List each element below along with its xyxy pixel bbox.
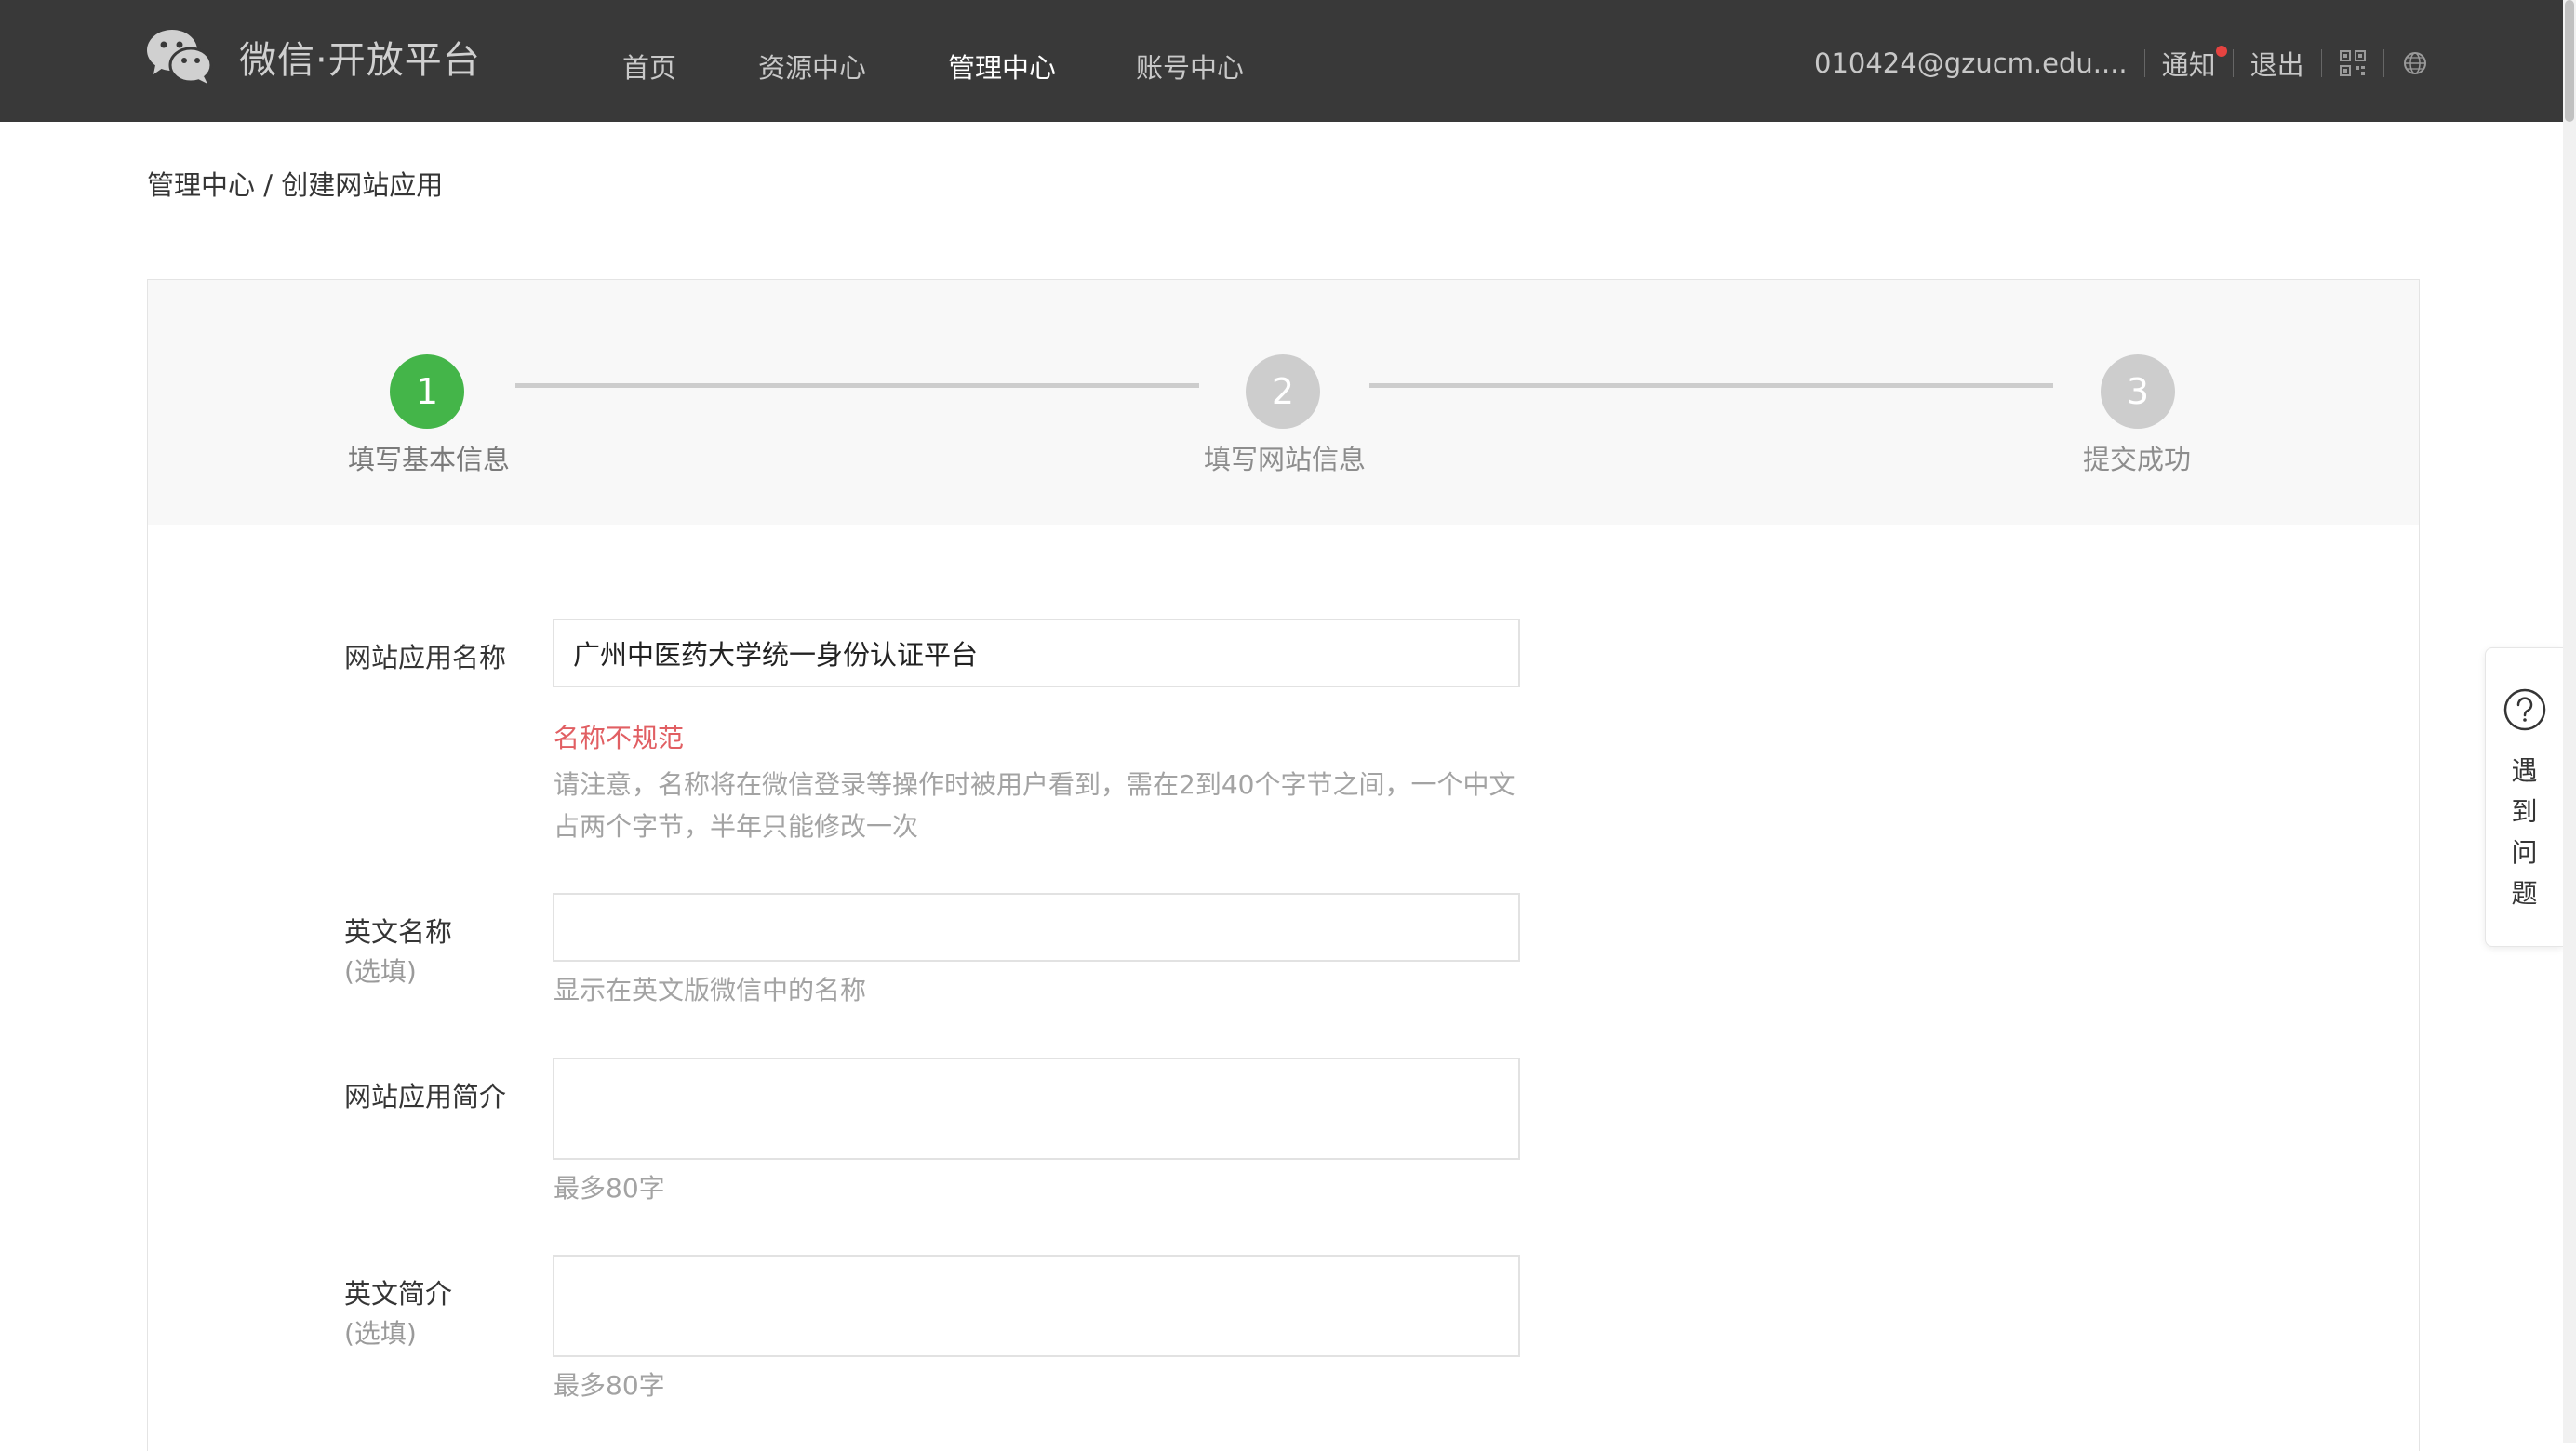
logout-link[interactable]: 退出	[2250, 44, 2304, 83]
app-intro-tip: 最多80字	[554, 1173, 665, 1204]
step-3-label: 提交成功	[2083, 444, 2192, 475]
create-app-card: 1 填写基本信息 2 填写网站信息 3 提交成功 网站应用名称 名称不规范 请注…	[147, 279, 2420, 1451]
scrollbar-track[interactable]	[2563, 0, 2576, 1443]
brand-name: 微信·开放平台	[239, 39, 481, 82]
qrcode-icon[interactable]	[2339, 49, 2367, 77]
nav-account-center[interactable]: 账号中心	[1136, 47, 1244, 86]
step-1-label: 填写基本信息	[348, 444, 511, 475]
en-intro-optional: (选填)	[344, 1318, 417, 1349]
app-intro-textarea[interactable]	[553, 1058, 1520, 1160]
help-float-button[interactable]: 遇到问题	[2485, 647, 2563, 947]
app-name-tip: 请注意，名称将在微信登录等操作时被用户看到，需在2到40个字节之间，一个中文占两…	[554, 769, 1515, 842]
step-1-circle: 1	[390, 354, 464, 429]
wechat-logo-icon	[147, 30, 213, 84]
globe-icon[interactable]	[2401, 49, 2429, 77]
step-progress: 1 填写基本信息 2 填写网站信息 3 提交成功	[148, 280, 2419, 525]
top-navbar: 微信·开放平台 首页 资源中心 管理中心 账号中心 010424@gzucm.e…	[0, 0, 2563, 122]
step-connector	[1369, 383, 2053, 388]
help-label: 遇到问题	[2511, 755, 2538, 909]
step-3-circle: 3	[2101, 354, 2175, 429]
nav-resource-center[interactable]: 资源中心	[758, 47, 866, 86]
en-name-input[interactable]	[553, 893, 1520, 962]
brand-logo[interactable]: 微信·开放平台	[146, 28, 481, 86]
user-area: 010424@gzucm.edu.... 通知 退出	[1814, 45, 2429, 82]
app-name-input[interactable]	[553, 619, 1520, 687]
user-account[interactable]: 010424@gzucm.edu....	[1814, 47, 2128, 79]
notice-dot-badge	[2215, 46, 2227, 57]
en-intro-tip: 最多80字	[554, 1370, 665, 1401]
divider	[2143, 49, 2145, 77]
app-name-label: 网站应用名称	[344, 642, 507, 673]
en-name-optional: (选填)	[344, 956, 417, 987]
app-name-error: 名称不规范	[554, 723, 685, 753]
en-intro-textarea[interactable]	[553, 1255, 1520, 1357]
breadcrumb: 管理中心 / 创建网站应用	[147, 169, 444, 201]
step-connector	[515, 383, 1199, 388]
notice-label: 通知	[2161, 49, 2216, 81]
divider	[2382, 49, 2384, 77]
nav-management-center[interactable]: 管理中心	[948, 47, 1056, 86]
nav-home[interactable]: 首页	[622, 47, 676, 86]
step-2-label: 填写网站信息	[1204, 444, 1367, 475]
divider	[2232, 49, 2234, 77]
step-2-circle: 2	[1246, 354, 1320, 429]
en-name-label: 英文名称	[344, 916, 453, 948]
en-intro-label: 英文简介	[344, 1278, 453, 1310]
question-icon	[2503, 688, 2545, 731]
divider	[2320, 49, 2322, 77]
notice-link[interactable]: 通知	[2161, 44, 2227, 83]
scrollbar-thumb[interactable]	[2565, 0, 2574, 122]
app-intro-label: 网站应用简介	[344, 1081, 507, 1112]
en-name-tip: 显示在英文版微信中的名称	[554, 975, 867, 1005]
